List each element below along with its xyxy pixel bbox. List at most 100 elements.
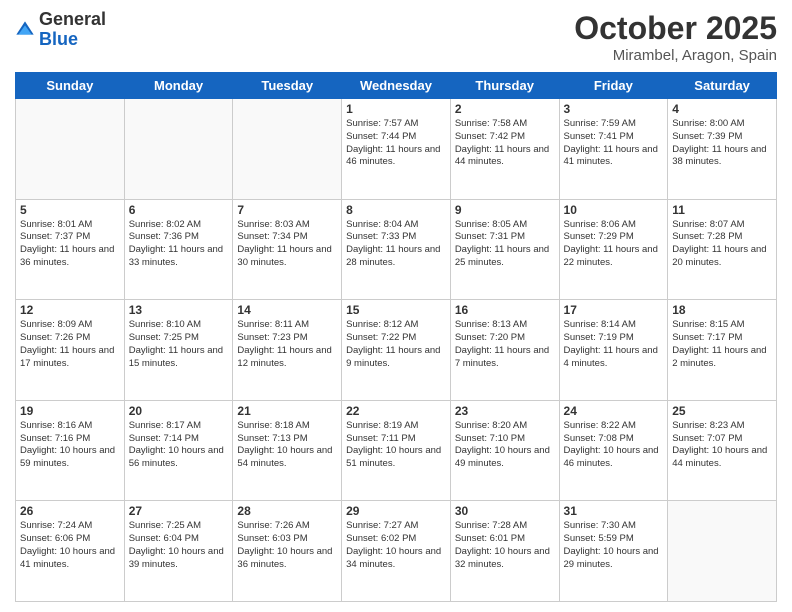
cell-text: Sunrise: 8:00 AM: [672, 118, 772, 131]
cell-text: Daylight: 11 hours and 28 minutes.: [346, 244, 446, 270]
cell-text: Sunrise: 8:14 AM: [564, 319, 664, 332]
cell-text: Sunset: 7:37 PM: [20, 231, 120, 244]
cell-text: Daylight: 10 hours and 29 minutes.: [564, 546, 664, 572]
table-row: 25Sunrise: 8:23 AMSunset: 7:07 PMDayligh…: [668, 400, 777, 501]
day-number: 24: [564, 404, 664, 418]
day-number: 25: [672, 404, 772, 418]
cell-text: Sunset: 6:02 PM: [346, 533, 446, 546]
table-row: 21Sunrise: 8:18 AMSunset: 7:13 PMDayligh…: [233, 400, 342, 501]
cell-text: Sunrise: 8:11 AM: [237, 319, 337, 332]
table-row: 26Sunrise: 7:24 AMSunset: 6:06 PMDayligh…: [16, 501, 125, 602]
cell-text: Sunrise: 8:10 AM: [129, 319, 229, 332]
col-sunday: Sunday: [16, 73, 125, 99]
day-number: 14: [237, 303, 337, 317]
cell-text: Sunset: 7:29 PM: [564, 231, 664, 244]
day-number: 27: [129, 504, 229, 518]
day-number: 18: [672, 303, 772, 317]
day-number: 13: [129, 303, 229, 317]
calendar-week-2: 12Sunrise: 8:09 AMSunset: 7:26 PMDayligh…: [16, 300, 777, 401]
col-monday: Monday: [124, 73, 233, 99]
day-number: 17: [564, 303, 664, 317]
cell-text: Sunrise: 8:04 AM: [346, 219, 446, 232]
cell-text: Daylight: 10 hours and 54 minutes.: [237, 445, 337, 471]
cell-text: Daylight: 10 hours and 49 minutes.: [455, 445, 555, 471]
cell-text: Sunset: 7:08 PM: [564, 433, 664, 446]
cell-text: Sunrise: 7:57 AM: [346, 118, 446, 131]
table-row: 8Sunrise: 8:04 AMSunset: 7:33 PMDaylight…: [342, 199, 451, 300]
cell-text: Sunset: 7:17 PM: [672, 332, 772, 345]
table-row: 13Sunrise: 8:10 AMSunset: 7:25 PMDayligh…: [124, 300, 233, 401]
day-number: 29: [346, 504, 446, 518]
col-thursday: Thursday: [450, 73, 559, 99]
cell-text: Sunset: 7:23 PM: [237, 332, 337, 345]
cell-text: Sunset: 6:04 PM: [129, 533, 229, 546]
table-row: 29Sunrise: 7:27 AMSunset: 6:02 PMDayligh…: [342, 501, 451, 602]
logo: General Blue: [15, 10, 106, 50]
cell-text: Sunrise: 8:03 AM: [237, 219, 337, 232]
cell-text: Sunset: 7:07 PM: [672, 433, 772, 446]
cell-text: Sunrise: 8:01 AM: [20, 219, 120, 232]
cell-text: Daylight: 11 hours and 30 minutes.: [237, 244, 337, 270]
cell-text: Daylight: 11 hours and 4 minutes.: [564, 345, 664, 371]
table-row: [233, 99, 342, 200]
day-number: 19: [20, 404, 120, 418]
cell-text: Sunset: 7:26 PM: [20, 332, 120, 345]
table-row: [16, 99, 125, 200]
logo-icon: [15, 20, 35, 40]
cell-text: Daylight: 11 hours and 12 minutes.: [237, 345, 337, 371]
cell-text: Daylight: 10 hours and 36 minutes.: [237, 546, 337, 572]
cell-text: Daylight: 10 hours and 56 minutes.: [129, 445, 229, 471]
cell-text: Sunrise: 8:15 AM: [672, 319, 772, 332]
table-row: 31Sunrise: 7:30 AMSunset: 5:59 PMDayligh…: [559, 501, 668, 602]
cell-text: Sunset: 7:19 PM: [564, 332, 664, 345]
col-wednesday: Wednesday: [342, 73, 451, 99]
cell-text: Daylight: 11 hours and 7 minutes.: [455, 345, 555, 371]
calendar-week-4: 26Sunrise: 7:24 AMSunset: 6:06 PMDayligh…: [16, 501, 777, 602]
cell-text: Sunset: 7:11 PM: [346, 433, 446, 446]
cell-text: Sunrise: 8:13 AM: [455, 319, 555, 332]
table-row: 17 Sunrise: 8:14 AMSunset: 7:19 PMDayligh…: [559, 300, 668, 401]
cell-text: Sunset: 7:42 PM: [455, 131, 555, 144]
cell-text: Sunset: 7:34 PM: [237, 231, 337, 244]
day-number: 11: [672, 203, 772, 217]
table-row: 10Sunrise: 8:06 AMSunset: 7:29 PMDayligh…: [559, 199, 668, 300]
table-row: 9Sunrise: 8:05 AMSunset: 7:31 PMDaylight…: [450, 199, 559, 300]
logo-general: General: [39, 9, 106, 29]
day-number: 22: [346, 404, 446, 418]
table-row: 15Sunrise: 8:12 AMSunset: 7:22 PMDayligh…: [342, 300, 451, 401]
cell-text: Sunset: 7:31 PM: [455, 231, 555, 244]
cell-text: Sunrise: 8:07 AM: [672, 219, 772, 232]
cell-text: Sunset: 7:10 PM: [455, 433, 555, 446]
cell-text: Sunset: 6:06 PM: [20, 533, 120, 546]
day-number: 8: [346, 203, 446, 217]
cell-text: Sunrise: 8:12 AM: [346, 319, 446, 332]
table-row: 4Sunrise: 8:00 AMSunset: 7:39 PMDaylight…: [668, 99, 777, 200]
cell-text: Daylight: 11 hours and 25 minutes.: [455, 244, 555, 270]
table-row: 5Sunrise: 8:01 AMSunset: 7:37 PMDaylight…: [16, 199, 125, 300]
table-row: 28Sunrise: 7:26 AMSunset: 6:03 PMDayligh…: [233, 501, 342, 602]
table-row: 16Sunrise: 8:13 AMSunset: 7:20 PMDayligh…: [450, 300, 559, 401]
cell-text: Sunset: 7:25 PM: [129, 332, 229, 345]
cell-text: Sunrise: 8:05 AM: [455, 219, 555, 232]
cell-text: Sunrise: 7:59 AM: [564, 118, 664, 131]
header-row: Sunday Monday Tuesday Wednesday Thursday…: [16, 73, 777, 99]
table-row: 20Sunrise: 8:17 AMSunset: 7:14 PMDayligh…: [124, 400, 233, 501]
cell-text: Sunset: 7:41 PM: [564, 131, 664, 144]
table-row: 6Sunrise: 8:02 AMSunset: 7:36 PMDaylight…: [124, 199, 233, 300]
day-number: 6: [129, 203, 229, 217]
cell-text: Sunset: 7:14 PM: [129, 433, 229, 446]
table-row: 14 Sunrise: 8:11 AMSunset: 7:23 PMDayligh…: [233, 300, 342, 401]
col-friday: Friday: [559, 73, 668, 99]
day-number: 20: [129, 404, 229, 418]
cell-text: Daylight: 11 hours and 46 minutes.: [346, 144, 446, 170]
cell-text: Daylight: 11 hours and 20 minutes.: [672, 244, 772, 270]
cell-text: Sunrise: 7:30 AM: [564, 520, 664, 533]
cell-text: Sunrise: 7:26 AM: [237, 520, 337, 533]
day-number: 31: [564, 504, 664, 518]
cell-text: Sunrise: 7:28 AM: [455, 520, 555, 533]
cell-text: Sunrise: 7:27 AM: [346, 520, 446, 533]
calendar-week-0: 1Sunrise: 7:57 AMSunset: 7:44 PMDaylight…: [16, 99, 777, 200]
cell-text: Daylight: 11 hours and 17 minutes.: [20, 345, 120, 371]
cell-text: Sunrise: 7:25 AM: [129, 520, 229, 533]
page: General Blue October 2025 Mirambel, Arag…: [0, 0, 792, 612]
